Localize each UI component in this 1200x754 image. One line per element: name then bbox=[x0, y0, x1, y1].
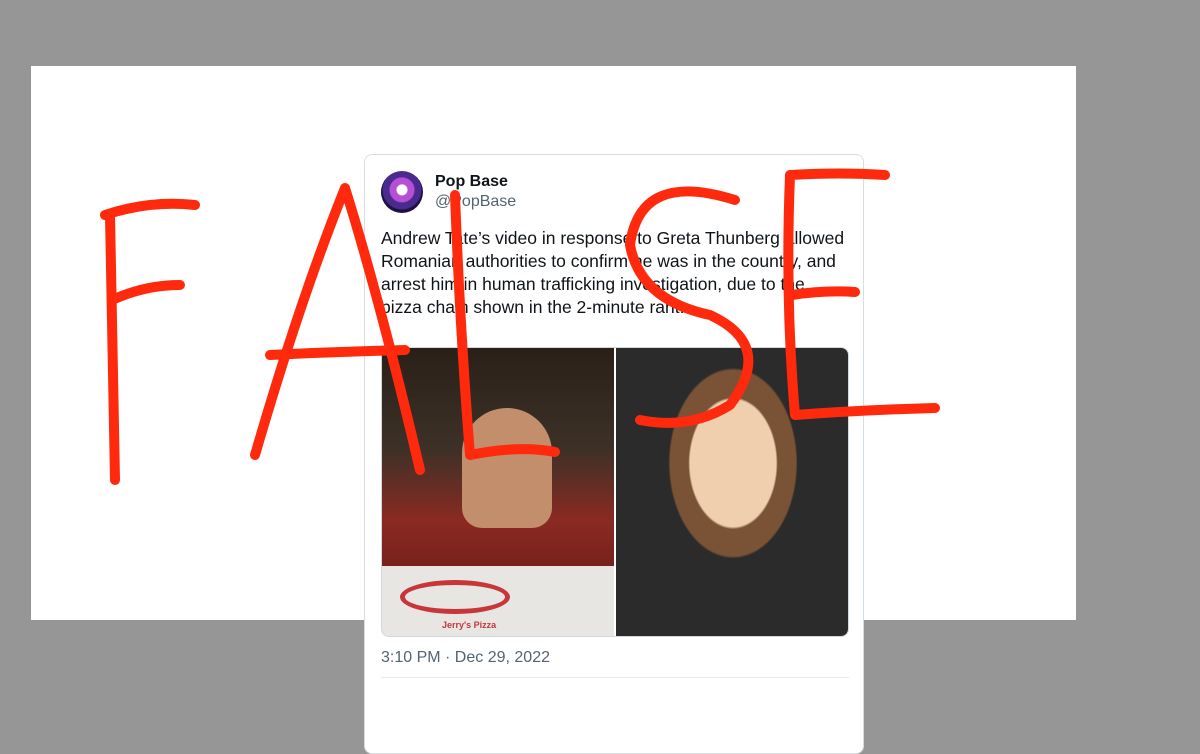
greta-thunberg-photo[interactable] bbox=[616, 348, 848, 636]
screenshot-page: Pop Base @PopBase Andrew Tate’s video in… bbox=[31, 66, 1076, 754]
display-name[interactable]: Pop Base bbox=[435, 173, 508, 191]
avatar[interactable] bbox=[381, 171, 423, 213]
user-handle[interactable]: @PopBase bbox=[435, 193, 516, 211]
media-grid[interactable]: Jerry's Pizza bbox=[381, 347, 849, 637]
person-figure bbox=[462, 408, 552, 528]
pizza-box: Jerry's Pizza bbox=[382, 566, 614, 636]
tweet-text: Andrew Tate’s video in response to Greta… bbox=[381, 228, 845, 317]
pizza-box-label: Jerry's Pizza bbox=[442, 620, 497, 630]
divider bbox=[381, 677, 849, 678]
tweet-timestamp[interactable]: 3:10 PM · Dec 29, 2022 bbox=[381, 649, 550, 667]
pizza-logo-icon bbox=[400, 580, 510, 614]
andrew-tate-photo[interactable]: Jerry's Pizza bbox=[382, 348, 614, 636]
tweet-card[interactable]: Pop Base @PopBase Andrew Tate’s video in… bbox=[364, 154, 864, 754]
